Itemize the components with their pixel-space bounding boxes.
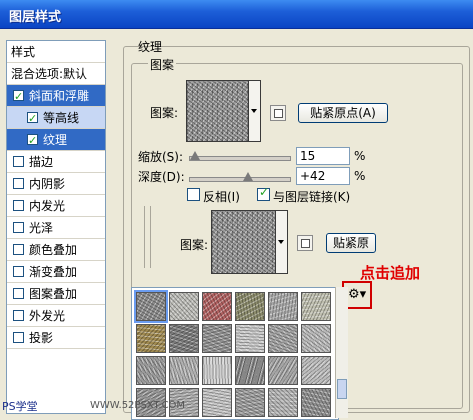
watermark-url: WWW.52PSXT.COM: [90, 400, 186, 411]
depth-slider-track[interactable]: [189, 177, 291, 182]
invert-checkbox[interactable]: [187, 188, 200, 201]
pattern-dropdown-button-zoomed[interactable]: [275, 210, 288, 274]
pattern-tile[interactable]: [301, 356, 331, 385]
gear-icon[interactable]: ⚙▾: [348, 286, 368, 304]
picker-scroll-thumb[interactable]: [337, 379, 347, 399]
scale-slider-thumb[interactable]: [190, 151, 200, 160]
pattern-tile[interactable]: [301, 292, 331, 321]
sidebar-item-checkbox[interactable]: [13, 86, 24, 108]
sidebar-item-checkbox[interactable]: [13, 244, 24, 255]
sidebar-item-checkbox[interactable]: [13, 200, 24, 211]
pattern-swatch[interactable]: [186, 80, 250, 142]
scale-slider-track[interactable]: [189, 156, 291, 161]
sidebar-item-label: 投影: [29, 331, 54, 345]
pattern-tile[interactable]: [136, 324, 166, 353]
sidebar-item-checkbox[interactable]: [13, 222, 24, 233]
depth-input[interactable]: +42: [296, 167, 350, 185]
pattern-tile[interactable]: [202, 356, 232, 385]
sidebar-item-label: 等高线: [43, 111, 80, 125]
pattern-tile[interactable]: [169, 324, 199, 353]
depth-label: 深度(D):: [138, 170, 185, 184]
pattern-label-zoomed: 图案:: [180, 238, 209, 252]
annotation-text: 点击追加: [360, 264, 421, 282]
snap-to-origin-button-zoomed[interactable]: 贴紧原: [326, 233, 376, 253]
sidebar-item-label: 外发光: [29, 309, 66, 323]
sidebar-item-5[interactable]: 内发光: [7, 195, 105, 217]
sidebar-item-8[interactable]: 渐变叠加: [7, 261, 105, 283]
sidebar-item-label: 纹理: [43, 133, 68, 147]
pattern-tile[interactable]: [301, 324, 331, 353]
panel-title: 纹理: [138, 40, 163, 54]
pattern-tile[interactable]: [136, 356, 166, 385]
picker-scrollbar[interactable]: [335, 287, 348, 418]
sidebar-item-3[interactable]: 描边: [7, 151, 105, 173]
sidebar-item-1[interactable]: 等高线: [7, 107, 105, 130]
sidebar-item-2[interactable]: 纹理: [7, 129, 105, 152]
sidebar-item-checkbox[interactable]: [13, 332, 24, 343]
pattern-label: 图案:: [150, 106, 179, 120]
pattern-tile[interactable]: [235, 324, 265, 353]
new-preset-icon[interactable]: [270, 105, 286, 121]
pattern-tile[interactable]: [169, 292, 199, 321]
sidebar-item-4[interactable]: 内阴影: [7, 173, 105, 195]
sidebar-item-11[interactable]: 投影: [7, 327, 105, 349]
pattern-tile[interactable]: [202, 388, 232, 417]
sidebar-item-checkbox[interactable]: [13, 288, 24, 299]
sidebar-item-label: 图案叠加: [29, 287, 78, 301]
sidebar-item-label: 斜面和浮雕: [29, 89, 90, 103]
pattern-tile[interactable]: [268, 356, 298, 385]
pattern-tile[interactable]: [268, 324, 298, 353]
pattern-tile[interactable]: [268, 388, 298, 417]
depth-slider-thumb[interactable]: [243, 172, 253, 181]
sidebar-item-checkbox[interactable]: [27, 108, 38, 130]
scale-input[interactable]: 15: [296, 147, 350, 165]
sidebar-item-7[interactable]: 颜色叠加: [7, 239, 105, 261]
sidebar-item-label: 内阴影: [29, 177, 66, 191]
divider: [150, 206, 151, 268]
snap-to-origin-button[interactable]: 贴紧原点(A): [298, 103, 388, 123]
depth-unit: %: [354, 169, 366, 183]
pattern-tile[interactable]: [235, 292, 265, 321]
sidebar-item-label: 光泽: [29, 221, 54, 235]
sidebar-item-checkbox[interactable]: [13, 156, 24, 167]
pattern-tile[interactable]: [202, 292, 232, 321]
pattern-tile[interactable]: [235, 388, 265, 417]
sidebar-item-checkbox[interactable]: [27, 130, 38, 152]
sidebar-item-label: 颜色叠加: [29, 243, 78, 257]
pattern-tile[interactable]: [301, 388, 331, 417]
watermark-logo: PS学堂: [2, 400, 38, 413]
divider: [144, 206, 145, 268]
sidebar-item-10[interactable]: 外发光: [7, 305, 105, 327]
scale-unit: %: [354, 149, 366, 163]
sidebar-item-checkbox[interactable]: [13, 266, 24, 277]
pattern-tile[interactable]: [134, 290, 168, 323]
sidebar-item-checkbox[interactable]: [13, 178, 24, 189]
link-with-layer-checkbox[interactable]: [257, 185, 270, 201]
scale-label: 缩放(S):: [138, 150, 184, 164]
pattern-group-label: 图案: [148, 56, 177, 73]
new-preset-icon-zoomed[interactable]: [297, 235, 313, 251]
window-title: 图层样式: [9, 10, 62, 25]
pattern-tile[interactable]: [169, 356, 199, 385]
sidebar-item-6[interactable]: 光泽: [7, 217, 105, 239]
pattern-tile[interactable]: [235, 356, 265, 385]
pattern-dropdown-button[interactable]: [248, 80, 261, 142]
sidebar-item-label: 描边: [29, 155, 54, 169]
sidebar-item-label: 渐变叠加: [29, 265, 78, 279]
style-list: 样式 混合选项:默认 斜面和浮雕等高线纹理描边内阴影内发光光泽颜色叠加渐变叠加图…: [6, 40, 106, 414]
blend-options-item[interactable]: 混合选项:默认: [7, 63, 105, 85]
pattern-tile[interactable]: [202, 324, 232, 353]
title-bar: 图层样式: [0, 0, 473, 29]
invert-label: 反相(I): [203, 190, 240, 204]
sidebar-item-0[interactable]: 斜面和浮雕: [7, 85, 105, 108]
pattern-tile[interactable]: [268, 292, 298, 321]
pattern-swatch-zoomed[interactable]: [211, 210, 277, 274]
sidebar-item-label: 内发光: [29, 199, 66, 213]
sidebar-item-9[interactable]: 图案叠加: [7, 283, 105, 305]
style-list-header[interactable]: 样式: [7, 41, 105, 63]
sidebar-item-checkbox[interactable]: [13, 310, 24, 321]
link-with-layer-label: 与图层链接(K): [273, 190, 351, 204]
